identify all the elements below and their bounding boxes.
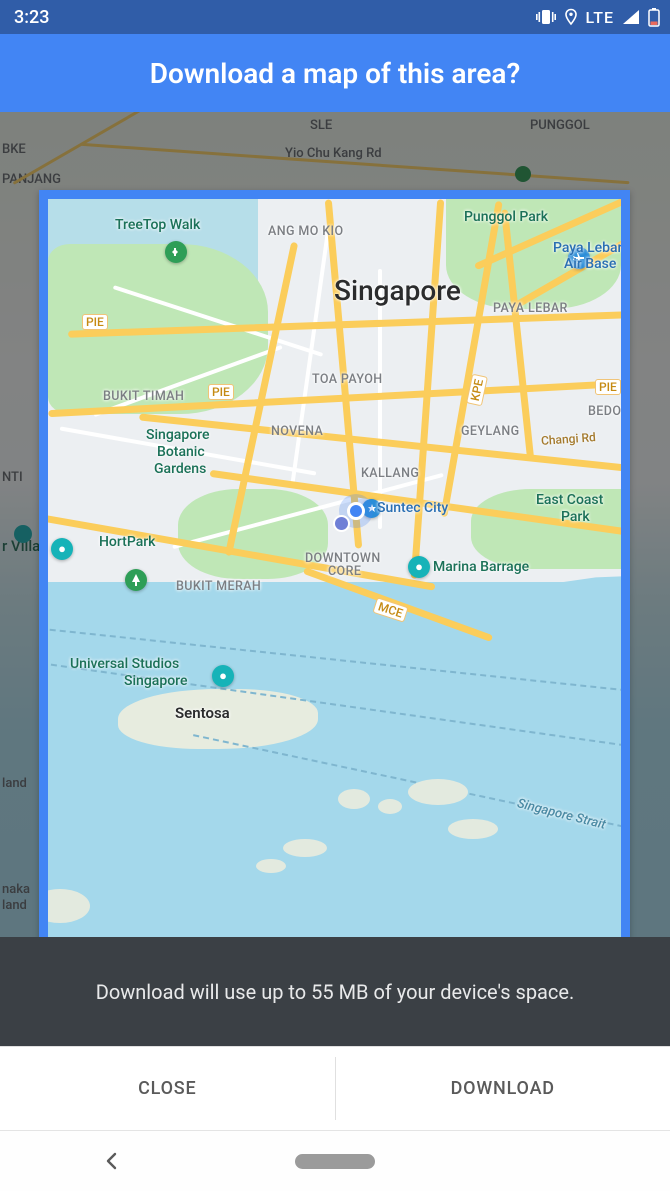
app-screen: 3:23 LTE Download a map of this area? SL… bbox=[0, 0, 670, 1191]
download-button[interactable]: DOWNLOAD bbox=[336, 1047, 670, 1130]
label-east-coast-2: Park bbox=[561, 509, 590, 525]
label-universal-1: Universal Studios bbox=[70, 656, 179, 672]
label-hortpark: HortPark bbox=[99, 534, 156, 550]
status-bar: 3:23 LTE bbox=[0, 0, 670, 34]
label-sentosa: Sentosa bbox=[175, 704, 230, 722]
label-universal-2: Singapore bbox=[124, 673, 187, 689]
download-header: Download a map of this area? bbox=[0, 34, 670, 112]
shopping-marker[interactable] bbox=[333, 515, 350, 532]
vibrate-icon bbox=[536, 9, 556, 25]
nav-back-button[interactable] bbox=[0, 1151, 223, 1171]
status-time: 3:23 bbox=[14, 7, 49, 28]
chevron-left-icon bbox=[102, 1151, 122, 1171]
my-location-dot[interactable] bbox=[347, 502, 365, 520]
nav-home-button[interactable] bbox=[223, 1154, 446, 1169]
nav-home-pill-icon bbox=[295, 1154, 375, 1169]
label-bedok: BEDOK bbox=[588, 404, 630, 419]
bg-label-bke: BKE bbox=[2, 142, 26, 157]
label-botanic-3: Gardens bbox=[154, 461, 206, 477]
status-icons: LTE bbox=[536, 8, 660, 27]
battery-low-icon bbox=[648, 8, 660, 27]
label-kallang: KALLANG bbox=[361, 466, 419, 481]
label-east-coast-1: East Coast bbox=[536, 492, 603, 508]
bg-label-sle: SLE bbox=[310, 118, 332, 133]
system-nav-bar bbox=[0, 1131, 670, 1191]
pin-green-poi[interactable] bbox=[125, 569, 147, 591]
action-button-bar: CLOSE DOWNLOAD bbox=[0, 1046, 670, 1131]
label-geylang: GEYLANG bbox=[461, 424, 520, 439]
bg-label-naka: naka bbox=[2, 882, 30, 897]
close-button-label: CLOSE bbox=[138, 1078, 196, 1099]
bg-label-land1: land bbox=[2, 776, 27, 791]
close-button[interactable]: CLOSE bbox=[0, 1047, 335, 1130]
label-pie-east: PIE bbox=[595, 379, 621, 395]
network-type-label: LTE bbox=[586, 8, 614, 27]
label-botanic-2: Botanic bbox=[157, 444, 205, 460]
label-suntec-city: Suntec City bbox=[377, 500, 448, 516]
map-content: ● ● ● Singapore ANG MO KIO PAYA LEBAR TO… bbox=[48, 199, 621, 937]
label-botanic-1: Singapore bbox=[146, 427, 209, 443]
location-icon bbox=[564, 8, 578, 26]
signal-icon bbox=[622, 9, 640, 25]
bg-label-land2: land bbox=[2, 898, 27, 913]
label-paya-lebar: PAYA LEBAR bbox=[493, 301, 568, 316]
pin-treetop-walk[interactable] bbox=[165, 241, 187, 263]
map-viewport[interactable]: SLE Yio Chu Kang Rd BKE PANJANG PUNGGOL … bbox=[0, 112, 670, 937]
label-bukit-merah: BUKIT MERAH bbox=[176, 579, 261, 594]
label-city-singapore: Singapore bbox=[334, 274, 461, 307]
label-bukit-timah: BUKIT TIMAH bbox=[103, 389, 184, 404]
label-paya-lebar-ab-1: Paya Lebar bbox=[553, 240, 623, 256]
download-button-label: DOWNLOAD bbox=[451, 1078, 555, 1099]
storage-message-text: Download will use up to 55 MB of your de… bbox=[96, 980, 575, 1004]
bg-label-punggol: PUNGGOL bbox=[530, 118, 590, 133]
header-title: Download a map of this area? bbox=[150, 57, 521, 90]
label-pie-center: PIE bbox=[208, 384, 234, 400]
label-pie-west: PIE bbox=[82, 314, 108, 330]
label-paya-lebar-ab-2: Air Base bbox=[564, 256, 616, 272]
label-marina-barrage: Marina Barrage bbox=[433, 559, 529, 575]
label-toa-payoh: TOA PAYOH bbox=[312, 372, 383, 387]
label-treetop-walk: TreeTop Walk bbox=[115, 217, 200, 233]
storage-message: Download will use up to 55 MB of your de… bbox=[0, 937, 670, 1046]
label-novena: NOVENA bbox=[271, 424, 323, 439]
pin-universal-studios[interactable]: ● bbox=[212, 665, 234, 687]
label-ang-mo-kio: ANG MO KIO bbox=[268, 224, 343, 239]
pin-hortpark[interactable]: ● bbox=[51, 538, 73, 560]
bg-label-nti: NTI bbox=[2, 470, 23, 485]
map-selection-frame[interactable]: ● ● ● Singapore ANG MO KIO PAYA LEBAR TO… bbox=[39, 190, 630, 937]
label-downtown-core-2: CORE bbox=[328, 564, 361, 579]
label-punggol-park: Punggol Park bbox=[464, 209, 548, 225]
pin-marina-barrage[interactable]: ● bbox=[408, 556, 430, 578]
